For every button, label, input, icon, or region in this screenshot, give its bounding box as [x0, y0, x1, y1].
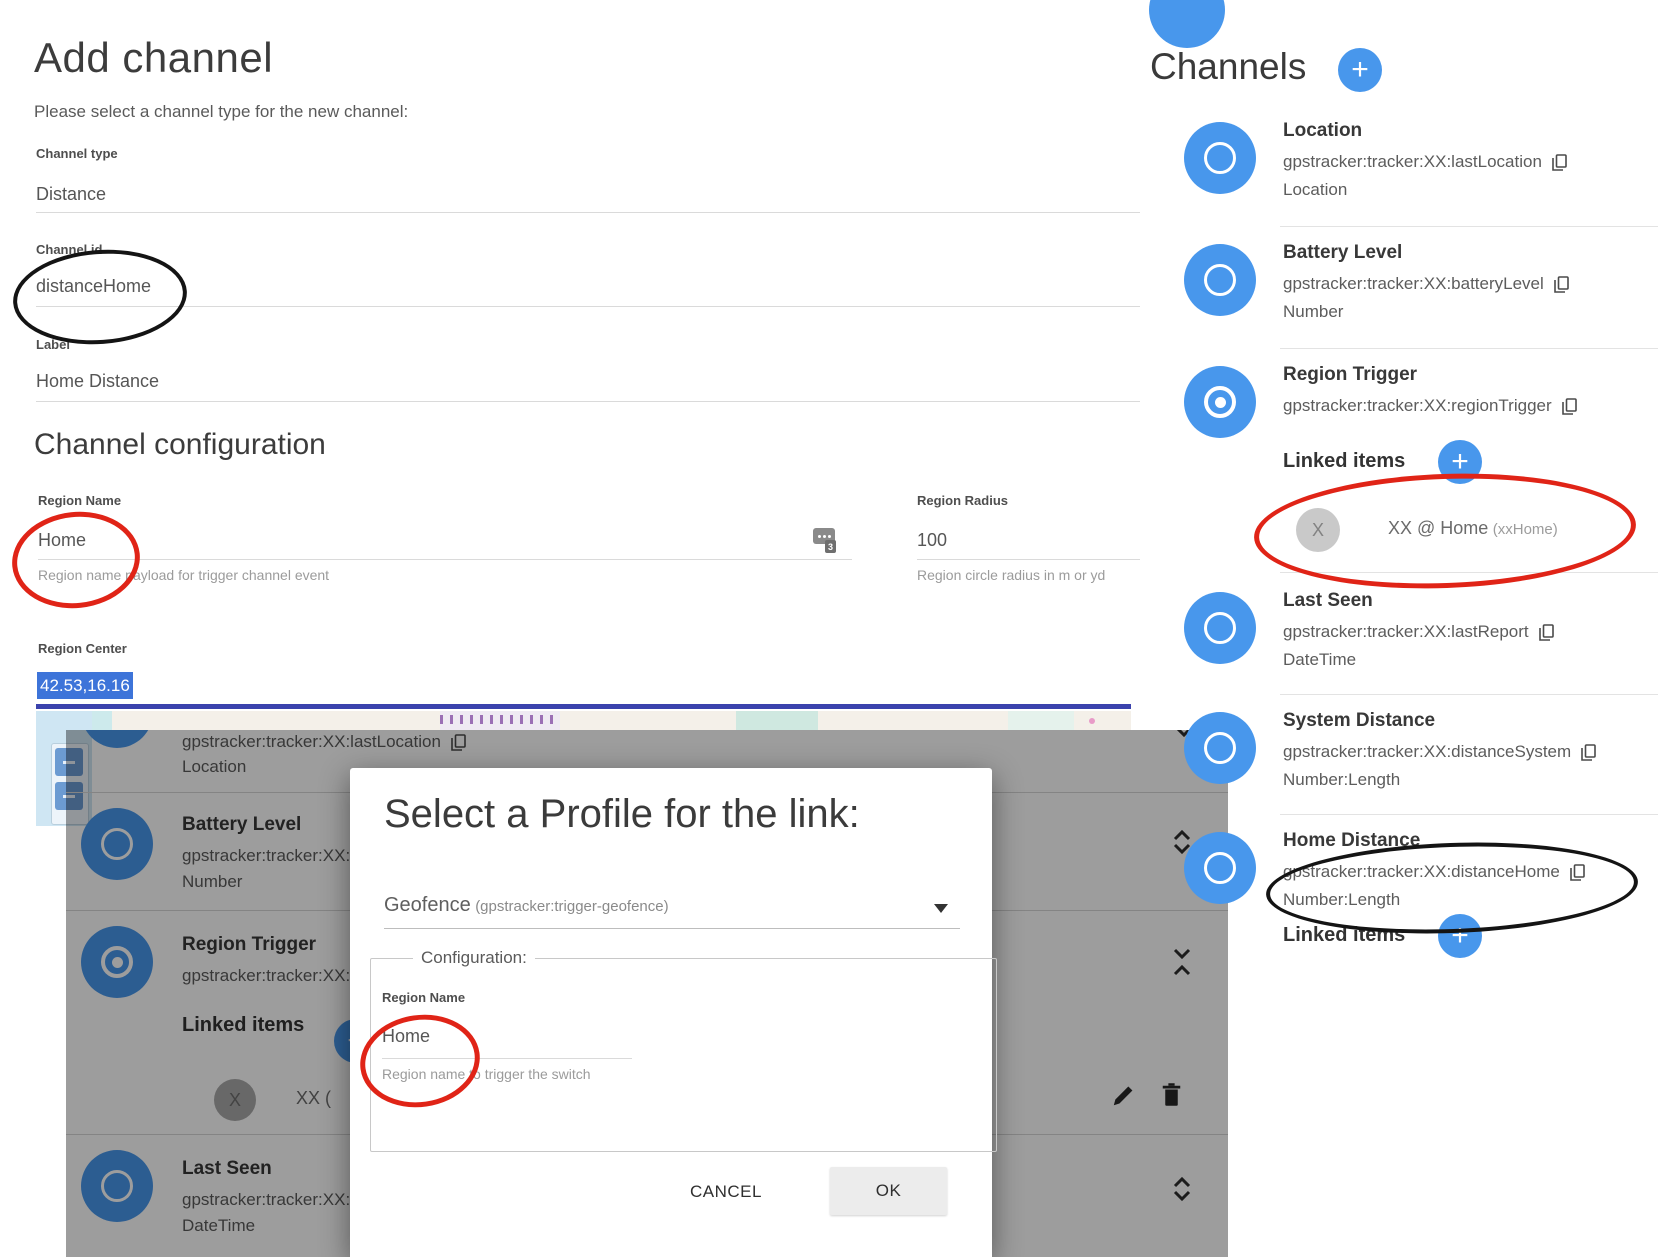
- autofill-icon[interactable]: 3: [813, 528, 837, 556]
- copy-icon[interactable]: [1570, 864, 1585, 881]
- linked-items-heading: Linked items: [1283, 924, 1405, 947]
- page-title: Add channel: [34, 34, 273, 82]
- focused-field-underline: [36, 704, 1131, 709]
- channel-type: Location: [1283, 180, 1347, 200]
- modal-region-name-label: Region Name: [382, 990, 465, 1005]
- channel-state-avatar: [1184, 592, 1256, 664]
- channel-trigger-avatar: [1184, 366, 1256, 438]
- channel-uid: gpstracker:tracker:XX:lastReport: [1283, 622, 1554, 642]
- copy-icon[interactable]: [1539, 624, 1554, 641]
- channel-type: Number:Length: [1283, 770, 1400, 790]
- modal-region-name-input[interactable]: Home: [382, 1026, 430, 1047]
- channel-state-avatar: [1184, 712, 1256, 784]
- linked-item-avatar: X: [1296, 508, 1340, 552]
- label-field-label: Label: [36, 337, 70, 352]
- channel-state-avatar: [1184, 832, 1256, 904]
- add-link-button[interactable]: +: [1438, 440, 1482, 484]
- map-preview-strip: [36, 711, 1131, 730]
- channel-state-avatar: [1184, 122, 1256, 194]
- label-field-value[interactable]: Home Distance: [36, 371, 159, 392]
- channel-title: Battery Level: [1283, 242, 1402, 264]
- channel-uid: gpstracker:tracker:XX:regionTrigger: [1283, 396, 1577, 416]
- cancel-button[interactable]: CANCEL: [690, 1182, 762, 1202]
- divider: [38, 559, 852, 560]
- channel-type: DateTime: [1283, 650, 1356, 670]
- channel-title: Location: [1283, 120, 1362, 142]
- channel-id-label: Channel id: [36, 242, 102, 257]
- configuration-legend: Configuration:: [413, 948, 535, 968]
- copy-icon[interactable]: [1562, 398, 1577, 415]
- linked-items-heading: Linked items: [1283, 450, 1405, 473]
- divider: [917, 559, 1140, 560]
- region-name-input[interactable]: Home: [38, 530, 86, 551]
- configuration-fieldset: Configuration:: [370, 948, 997, 1152]
- channel-type-label: Channel type: [36, 146, 118, 161]
- dropdown-arrow-icon[interactable]: [934, 904, 948, 913]
- divider: [384, 928, 960, 929]
- channel-title: System Distance: [1283, 710, 1435, 732]
- divider: [1280, 814, 1658, 815]
- annotation-ellipse-region-name: [7, 506, 144, 615]
- channel-state-avatar: [1184, 244, 1256, 316]
- profile-select-uid: (gpstracker:trigger-geofence): [475, 898, 668, 915]
- annotation-ellipse-channel-id: [10, 244, 190, 350]
- region-radius-label: Region Radius: [917, 493, 1008, 508]
- divider: [1280, 572, 1658, 573]
- partial-avatar: [1149, 0, 1225, 48]
- region-radius-input[interactable]: 100: [917, 530, 947, 551]
- channel-uid: gpstracker:tracker:XX:distanceSystem: [1283, 742, 1596, 762]
- channel-type: Number:Length: [1283, 890, 1400, 910]
- region-radius-hint: Region circle radius in m or yd: [917, 567, 1105, 583]
- region-center-input[interactable]: 42.53,16.16: [37, 672, 133, 699]
- divider: [36, 401, 1140, 402]
- add-link-button[interactable]: +: [1438, 914, 1482, 958]
- region-center-label: Region Center: [38, 641, 127, 656]
- sidebar-title: Channels: [1150, 46, 1306, 88]
- region-name-hint: Region name payload for trigger channel …: [38, 567, 329, 583]
- linked-item[interactable]: XX @ Home (xxHome): [1388, 518, 1558, 539]
- channel-title: Region Trigger: [1283, 364, 1417, 386]
- channel-uid: gpstracker:tracker:XX:lastLocation: [1283, 152, 1567, 172]
- section-title-channel-configuration: Channel configuration: [34, 428, 326, 462]
- modal-region-name-hint: Region name to trigger the switch: [382, 1066, 591, 1082]
- linked-item-id: (xxHome): [1493, 521, 1558, 538]
- divider: [36, 212, 1140, 213]
- channel-title: Home Distance: [1283, 830, 1420, 852]
- divider: [1280, 348, 1658, 349]
- copy-icon[interactable]: [1581, 744, 1596, 761]
- divider: [36, 306, 1140, 307]
- divider: [1280, 226, 1658, 227]
- copy-icon[interactable]: [1554, 276, 1569, 293]
- channel-type-value[interactable]: Distance: [36, 184, 106, 205]
- channel-uid: gpstracker:tracker:XX:batteryLevel: [1283, 274, 1569, 294]
- divider: [382, 1058, 632, 1059]
- region-name-label: Region Name: [38, 493, 121, 508]
- profile-select[interactable]: Geofence (gpstracker:trigger-geofence): [384, 894, 669, 917]
- linked-item-name: XX @ Home: [1388, 518, 1488, 538]
- profile-select-value: Geofence: [384, 894, 471, 916]
- copy-icon[interactable]: [1552, 154, 1567, 171]
- add-channel-button[interactable]: +: [1338, 48, 1382, 92]
- dialog-title: Select a Profile for the link:: [384, 792, 860, 837]
- channel-uid: gpstracker:tracker:XX:distanceHome: [1283, 862, 1585, 882]
- divider: [1280, 694, 1658, 695]
- channel-type: Number: [1283, 302, 1343, 322]
- channel-title: Last Seen: [1283, 590, 1373, 612]
- intro-text: Please select a channel type for the new…: [34, 102, 408, 122]
- channel-id-value[interactable]: distanceHome: [36, 276, 151, 297]
- ok-button[interactable]: OK: [830, 1167, 947, 1215]
